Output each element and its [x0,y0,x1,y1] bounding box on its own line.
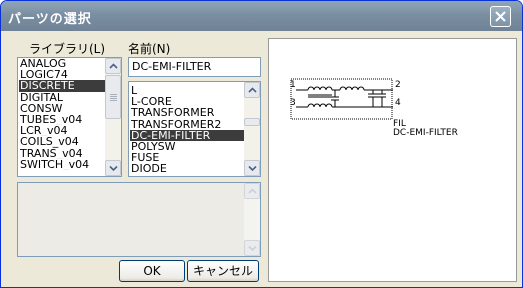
library-item[interactable]: LOGIC74 [19,69,105,80]
library-label: ライブラリ(L) [29,42,106,56]
parts-scroll-thumb[interactable] [244,118,260,126]
pin-label-1: 1 [290,80,296,90]
library-item[interactable]: TUBES_v04 [19,114,105,125]
cancel-button[interactable]: キャンセル [187,260,259,282]
part-name-label: DC-EMI-FILTER [393,128,458,138]
close-icon [495,11,506,22]
part-item[interactable]: L-CORE [130,96,244,107]
part-item[interactable]: TRANSFORMER2 [130,119,244,130]
library-item[interactable]: TRANS_v04 [19,148,105,159]
library-items: ANALOG LOGIC74 DISCRETE DIGITAL CONSW TUBES_v… [19,58,105,170]
library-item[interactable]: ANALOG [19,58,105,69]
part-preview: 1 2 3 4 FIL DC-EMI-FILTER [268,38,517,282]
description-area[interactable] [17,182,261,257]
part-item[interactable]: TRANSFORMER [130,107,244,118]
library-item[interactable]: CONSW [19,103,105,114]
part-item[interactable]: POLYSW [130,141,244,152]
description-scroll-down-button[interactable] [244,240,260,256]
name-label: 名前(N) [128,42,171,56]
parts-scroll-down-button[interactable] [244,160,260,176]
name-field[interactable]: DC-EMI-FILTER [128,57,261,77]
pin-label-2: 2 [395,80,401,90]
chevron-up-icon [248,87,257,93]
pin-label-4: 4 [395,98,401,108]
chevron-down-icon [248,165,257,171]
library-item[interactable]: SWITCH_v04 [19,159,105,170]
chevron-up-icon [248,188,257,194]
emi-filter-symbol [290,78,393,120]
part-item[interactable]: DIODE [130,163,244,174]
window-title: パーツの選択 [8,12,92,27]
library-item[interactable]: DIGITAL [19,92,105,103]
ok-button[interactable]: OK [119,260,185,282]
part-item[interactable]: FUSE [130,152,244,163]
library-scroll-thumb[interactable] [105,75,121,119]
description-scroll-up-button[interactable] [244,183,260,199]
parts-scrollbar[interactable] [244,82,260,176]
library-listbox[interactable]: ANALOG LOGIC74 DISCRETE DIGITAL CONSW TUBES_v… [17,57,122,177]
parts-listbox[interactable]: L L-CORE TRANSFORMER TRANSFORMER2 DC-EMI-FIL… [128,81,261,177]
description-scrollbar[interactable] [244,183,260,256]
chevron-down-icon [248,245,257,251]
chevron-down-icon [109,165,118,171]
title-bar[interactable]: パーツの選択 [1,1,522,31]
part-item[interactable]: L [130,85,244,96]
pin-label-3: 3 [290,98,296,108]
chevron-up-icon [109,63,118,69]
library-scroll-down-button[interactable] [105,160,121,176]
library-item[interactable]: DISCRETE [19,80,105,92]
close-button[interactable] [490,6,511,27]
library-scroll-up-button[interactable] [105,58,121,74]
parts-scroll-up-button[interactable] [244,82,260,98]
part-item[interactable]: DC-EMI-FILTER [130,129,244,141]
library-scrollbar[interactable] [105,58,121,176]
library-item[interactable]: LCR_v04 [19,125,105,136]
parts-dialog: パーツの選択 ライブラリ(L) ANALOG LOGIC74 DISCRETE DIG… [0,0,523,288]
library-item[interactable]: COILS_v04 [19,136,105,147]
parts-items: L L-CORE TRANSFORMER TRANSFORMER2 DC-EMI-FIL… [130,85,244,175]
